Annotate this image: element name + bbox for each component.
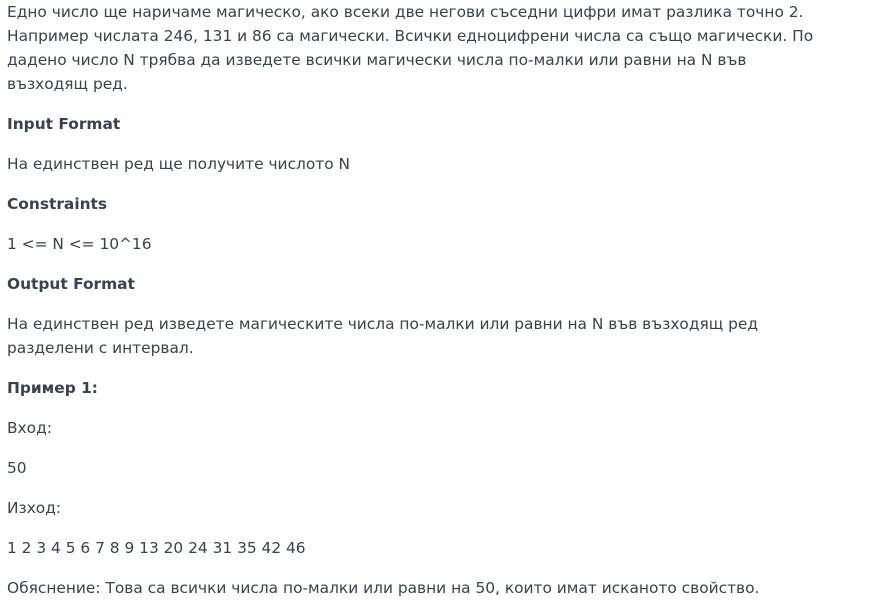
output-format-text: На единствен ред изведете магическите чи… — [7, 315, 759, 357]
input-format-heading: Input Format — [7, 115, 121, 133]
statement-intro: Едно число ще наричаме магическо, ако вс… — [7, 3, 814, 93]
example-input-label: Вход: — [7, 419, 52, 437]
output-format-heading: Output Format — [7, 275, 135, 293]
example-explanation: Обяснение: Това са всички числа по-малки… — [7, 579, 760, 597]
example-output-value: 1 2 3 4 5 6 7 8 9 13 20 24 31 35 42 46 — [7, 539, 306, 557]
example-heading: Пример 1: — [7, 379, 98, 397]
example-input-value: 50 — [7, 459, 27, 477]
input-format-text: На единствен ред ще получите числото N — [7, 155, 351, 173]
constraints-text: 1 <= N <= 10^16 — [7, 235, 152, 253]
constraints-heading: Constraints — [7, 195, 108, 213]
example-output-label: Изход: — [7, 499, 62, 517]
